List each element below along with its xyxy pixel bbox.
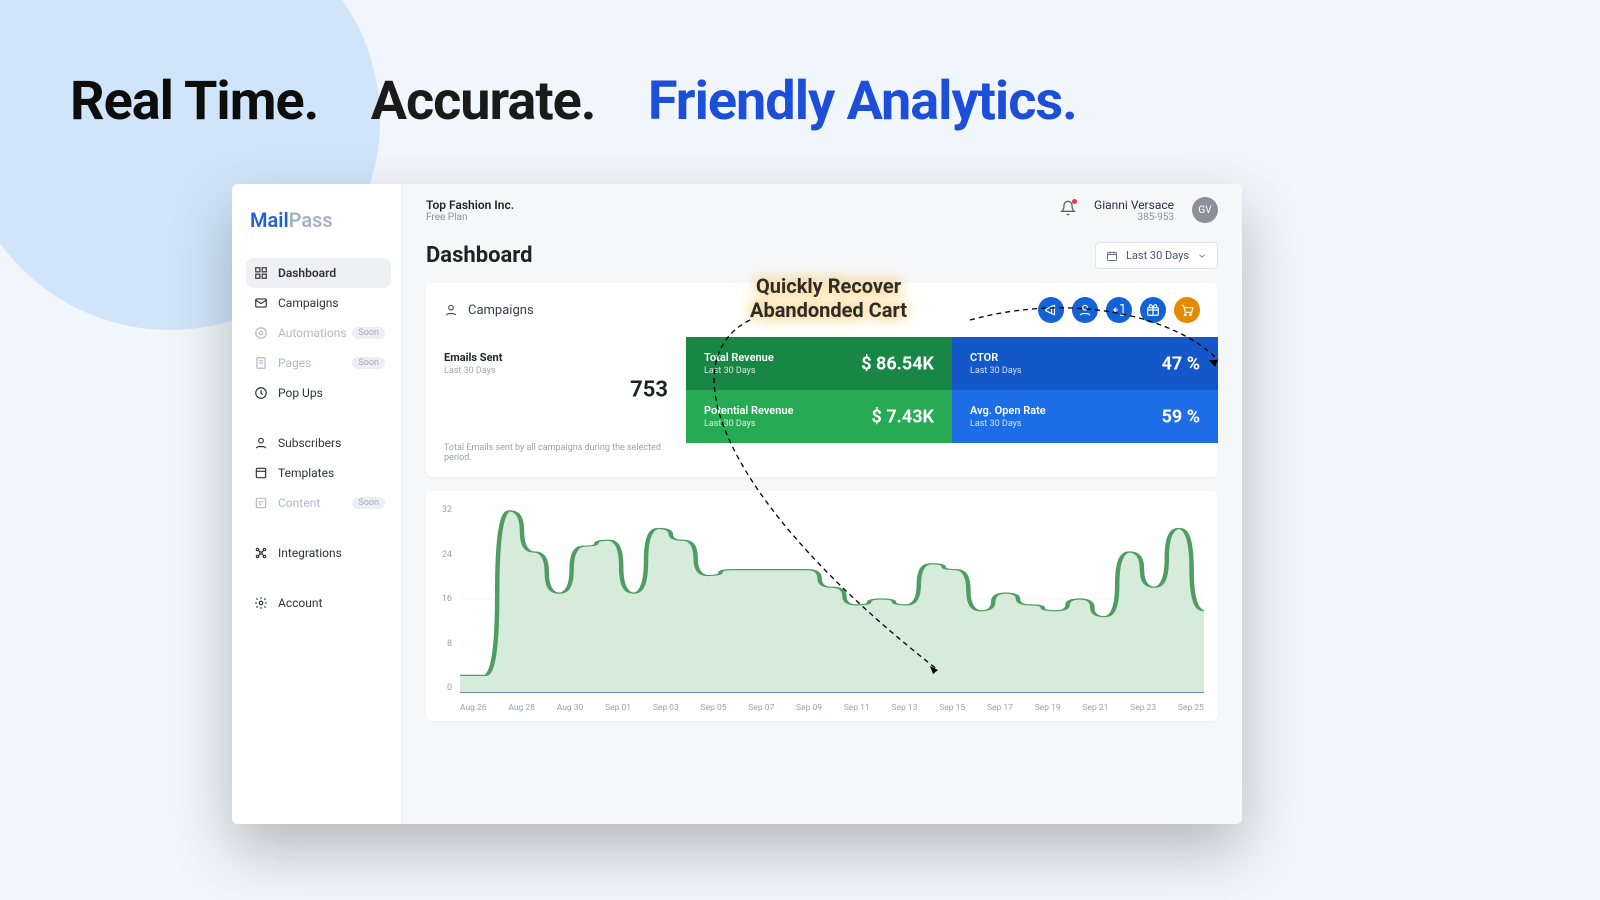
- stat-value: $ 7.43K: [872, 406, 934, 427]
- sidebar-item-pages: Pages Soon: [246, 348, 391, 378]
- popups-icon: [254, 386, 268, 400]
- app-window: MailPass Dashboard Campaigns Automations So…: [232, 184, 1242, 824]
- chart-card: 32241680 Aug 26Aug 28Aug 30Sep 01Sep 03S…: [426, 491, 1218, 721]
- sidebar-item-templates[interactable]: Templates: [246, 458, 391, 488]
- avatar[interactable]: GV: [1192, 197, 1218, 223]
- stat-potential-revenue: Potential Revenue Last 30 Days $ 7.43K: [686, 390, 952, 443]
- content-icon: [254, 496, 268, 510]
- sidebar-item-label: Subscribers: [278, 436, 341, 450]
- sidebar-item-label: Automations: [278, 326, 347, 340]
- brand-logo[interactable]: MailPass: [250, 208, 391, 232]
- sidebar-item-label: Integrations: [278, 546, 342, 560]
- megaphone-icon: [1044, 303, 1058, 317]
- emails-area-chart: 32241680 Aug 26Aug 28Aug 30Sep 01Sep 03S…: [432, 505, 1212, 715]
- user-label[interactable]: Gianni Versace 385-953: [1094, 198, 1174, 223]
- sidebar-item-label: Pop Ups: [278, 386, 323, 400]
- notifications-button[interactable]: [1060, 200, 1076, 220]
- sidebar-nav: Dashboard Campaigns Automations Soon Pages So…: [246, 258, 391, 618]
- sidebar-item-label: Dashboard: [278, 266, 336, 280]
- action-gift-button[interactable]: [1140, 297, 1166, 323]
- action-cart-button[interactable]: [1174, 297, 1200, 323]
- soon-badge: Soon: [352, 327, 385, 339]
- brand-part-2: Pass: [289, 208, 333, 232]
- stat-value: 59 %: [1162, 406, 1200, 427]
- sidebar-item-pop-ups[interactable]: Pop Ups: [246, 378, 391, 408]
- action-person-button[interactable]: [1072, 297, 1098, 323]
- gift-icon: [1146, 303, 1160, 317]
- person-icon: [254, 436, 268, 450]
- headline-part-3: Friendly Analytics.: [648, 70, 1077, 133]
- campaigns-title-block: Campaigns: [444, 303, 534, 318]
- templates-icon: [254, 466, 268, 480]
- stat-value: 753: [630, 378, 668, 403]
- date-range-label: Last 30 Days: [1126, 249, 1189, 262]
- headline-part-1: Real Time.: [70, 70, 318, 133]
- sidebar-item-integrations[interactable]: Integrations: [246, 538, 391, 568]
- exit-icon: [1112, 303, 1126, 317]
- stat-label: Emails Sent: [444, 351, 668, 364]
- sidebar-item-content: Content Soon: [246, 488, 391, 518]
- sidebar-item-dashboard[interactable]: Dashboard: [246, 258, 391, 288]
- page-header: Dashboard Last 30 Days: [426, 242, 1218, 269]
- automation-icon: [254, 326, 268, 340]
- campaigns-title: Campaigns: [468, 303, 534, 318]
- chart-plot: [460, 505, 1204, 693]
- brand-part-1: Mail: [250, 208, 289, 232]
- chart-xlabels: Aug 26Aug 28Aug 30Sep 01Sep 03Sep 05Sep …: [460, 703, 1204, 713]
- calendar-icon: [1106, 250, 1118, 262]
- user-id: 385-953: [1094, 212, 1174, 223]
- sidebar-item-label: Account: [278, 596, 322, 610]
- stats-grid: Emails Sent Last 30 Days 753 Total Reven…: [426, 337, 1218, 477]
- headline-part-2: Accurate.: [371, 70, 596, 133]
- campaigns-card: Campaigns Emails Sent Last 30 Days 753 T…: [426, 283, 1218, 477]
- soon-badge: Soon: [352, 357, 385, 369]
- page-title: Dashboard: [426, 243, 533, 268]
- action-megaphone-button[interactable]: [1038, 297, 1064, 323]
- user-name: Gianni Versace: [1094, 198, 1174, 212]
- sidebar-item-subscribers[interactable]: Subscribers: [246, 428, 391, 458]
- person-icon: [1078, 303, 1092, 317]
- user-area: Gianni Versace 385-953 GV: [1060, 197, 1218, 223]
- stat-total-revenue: Total Revenue Last 30 Days $ 86.54K: [686, 337, 952, 390]
- date-range-picker[interactable]: Last 30 Days: [1095, 242, 1218, 269]
- org-block[interactable]: Top Fashion Inc. Free Plan: [426, 198, 514, 223]
- stat-value: $ 86.54K: [861, 353, 934, 374]
- content: Dashboard Last 30 Days Campaigns: [402, 236, 1242, 824]
- soon-badge: Soon: [352, 497, 385, 509]
- sidebar-item-account[interactable]: Account: [246, 588, 391, 618]
- sidebar-item-label: Templates: [278, 466, 334, 480]
- action-exit-button[interactable]: [1106, 297, 1132, 323]
- sidebar-item-label: Pages: [278, 356, 311, 370]
- org-name: Top Fashion Inc.: [426, 198, 514, 212]
- stat-sub: Last 30 Days: [444, 366, 668, 376]
- dashboard-icon: [254, 266, 268, 280]
- sidebar-item-automations: Automations Soon: [246, 318, 391, 348]
- notification-dot: [1072, 199, 1077, 204]
- cart-icon: [1180, 303, 1194, 317]
- main-area: Top Fashion Inc. Free Plan Gianni Versac…: [402, 184, 1242, 824]
- stat-emails-sent: Emails Sent Last 30 Days 753: [426, 337, 686, 443]
- gear-icon: [254, 596, 268, 610]
- chart-yticks: 32241680: [434, 505, 452, 693]
- sidebar: MailPass Dashboard Campaigns Automations So…: [232, 184, 402, 824]
- sidebar-item-label: Campaigns: [278, 296, 339, 310]
- marketing-headline: Real Time. Accurate. Friendly Analytics.: [70, 70, 1077, 133]
- stat-value: 47 %: [1162, 353, 1200, 374]
- integrations-icon: [254, 546, 268, 560]
- sidebar-item-label: Content: [278, 496, 320, 510]
- stat-footnote: Total Emails sent by all campaigns durin…: [426, 443, 686, 477]
- stat-open-rate: Avg. Open Rate Last 30 Days 59 %: [952, 390, 1218, 443]
- pages-icon: [254, 356, 268, 370]
- campaigns-header: Campaigns: [426, 283, 1218, 337]
- stat-ctor: CTOR Last 30 Days 47 %: [952, 337, 1218, 390]
- sidebar-item-campaigns[interactable]: Campaigns: [246, 288, 391, 318]
- chevron-down-icon: [1197, 251, 1207, 261]
- topbar: Top Fashion Inc. Free Plan Gianni Versac…: [402, 184, 1242, 236]
- org-plan: Free Plan: [426, 212, 514, 223]
- person-icon: [444, 303, 458, 317]
- mail-icon: [254, 296, 268, 310]
- campaign-actions: [1038, 297, 1200, 323]
